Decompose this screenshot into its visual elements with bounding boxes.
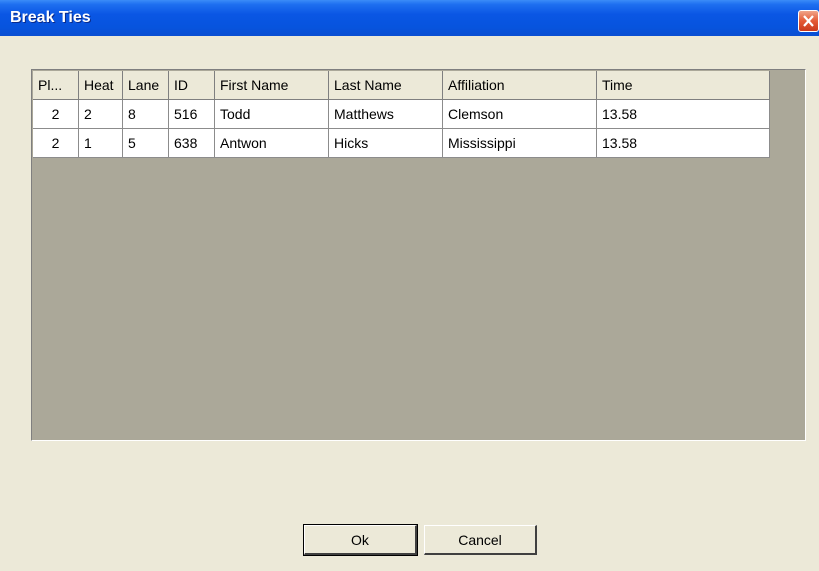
cell-place[interactable]: 2: [33, 99, 79, 129]
table-row[interactable]: 2 1 5 638 Antwon Hicks Mississippi 13.58: [33, 128, 770, 158]
ok-button[interactable]: Ok: [303, 524, 418, 556]
title-bar[interactable]: Break Ties: [0, 0, 819, 36]
ties-grid[interactable]: Pl... Heat Lane ID First Name Last Name …: [31, 69, 806, 441]
cell-time[interactable]: 13.58: [596, 128, 770, 158]
ties-table: Pl... Heat Lane ID First Name Last Name …: [33, 71, 770, 158]
cell-affiliation[interactable]: Clemson: [442, 99, 597, 129]
cancel-button[interactable]: Cancel: [424, 525, 537, 555]
cell-last-name[interactable]: Matthews: [328, 99, 443, 129]
dialog-body: Pl... Heat Lane ID First Name Last Name …: [0, 36, 819, 571]
column-header-time[interactable]: Time: [596, 71, 770, 100]
cell-id[interactable]: 638: [168, 128, 215, 158]
cell-affiliation[interactable]: Mississippi: [442, 128, 597, 158]
cell-heat[interactable]: 2: [78, 99, 123, 129]
column-header-place[interactable]: Pl...: [33, 71, 79, 100]
cell-heat[interactable]: 1: [78, 128, 123, 158]
column-header-heat[interactable]: Heat: [78, 71, 123, 100]
column-header-id[interactable]: ID: [168, 71, 215, 100]
cell-lane[interactable]: 8: [122, 99, 169, 129]
cell-place[interactable]: 2: [33, 128, 79, 158]
cell-id[interactable]: 516: [168, 99, 215, 129]
cell-first-name[interactable]: Todd: [214, 99, 329, 129]
column-header-last-name[interactable]: Last Name: [328, 71, 443, 100]
table-header-row: Pl... Heat Lane ID First Name Last Name …: [33, 71, 770, 100]
column-header-first-name[interactable]: First Name: [214, 71, 329, 100]
table-row[interactable]: 2 2 8 516 Todd Matthews Clemson 13.58: [33, 99, 770, 129]
close-button[interactable]: [798, 10, 819, 32]
cell-time[interactable]: 13.58: [596, 99, 770, 129]
cell-first-name[interactable]: Antwon: [214, 128, 329, 158]
cell-last-name[interactable]: Hicks: [328, 128, 443, 158]
break-ties-dialog: Break Ties Pl... Heat Lane ID First Name…: [0, 0, 819, 571]
column-header-affiliation[interactable]: Affiliation: [442, 71, 597, 100]
window-title: Break Ties: [10, 9, 91, 26]
close-icon: [803, 15, 814, 27]
cell-lane[interactable]: 5: [122, 128, 169, 158]
column-header-lane[interactable]: Lane: [122, 71, 169, 100]
